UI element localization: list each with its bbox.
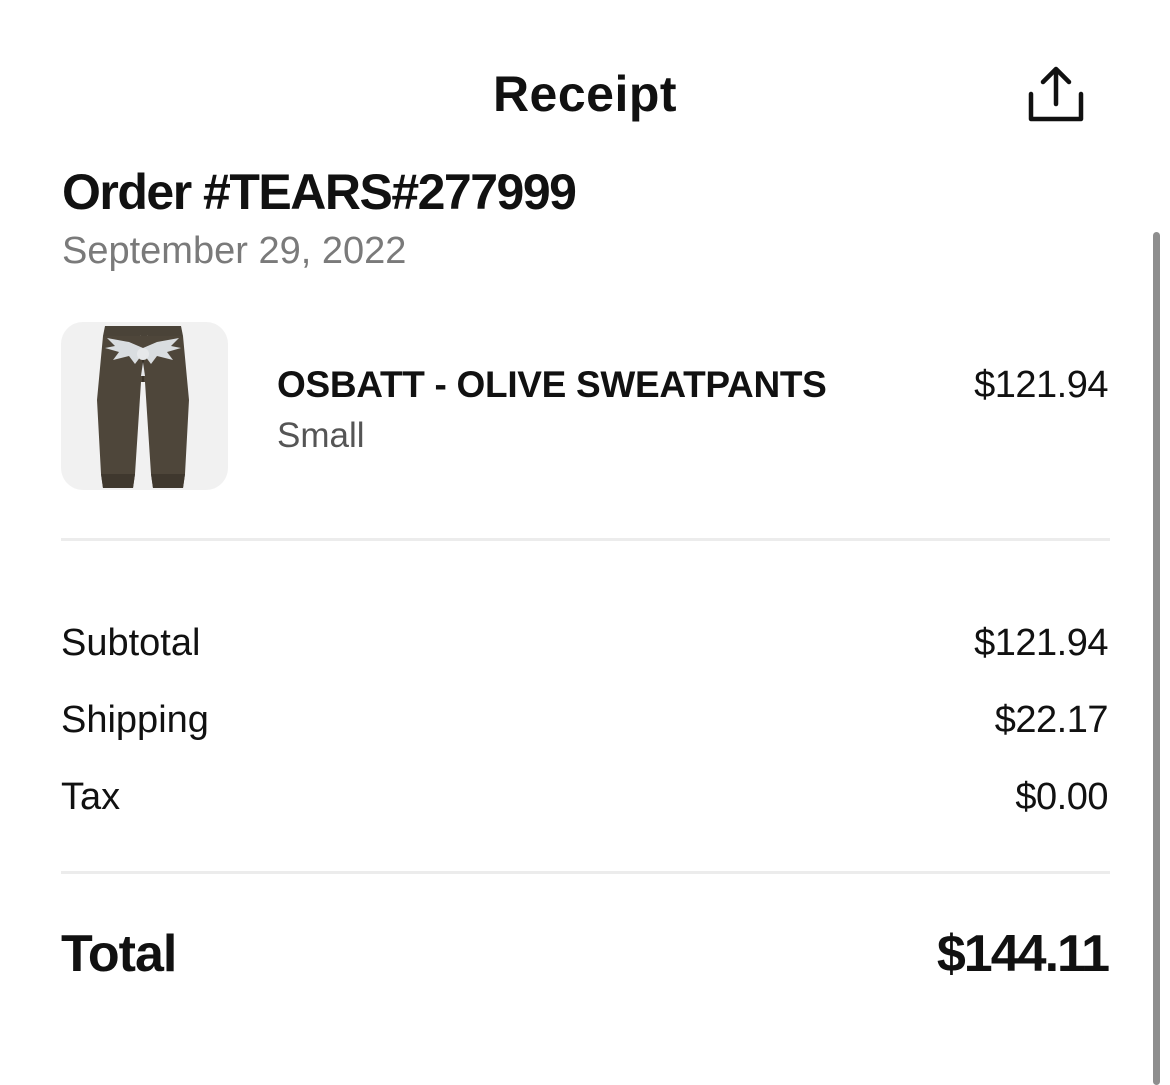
divider (61, 871, 1110, 874)
item-variant: Small (277, 416, 365, 455)
tax-label: Tax (61, 776, 121, 818)
share-button[interactable] (1024, 64, 1088, 126)
order-date: September 29, 2022 (62, 230, 407, 272)
receipt-screen: { "header": { "title": "Receipt", "share… (0, 0, 1170, 1085)
shipping-label: Shipping (61, 699, 209, 741)
scrollbar[interactable] (1153, 232, 1160, 1085)
total-label: Total (61, 925, 177, 983)
product-thumbnail[interactable] (61, 322, 228, 490)
item-name: OSBATT - OLIVE SWEATPANTS (277, 364, 827, 405)
share-icon (1028, 66, 1084, 122)
divider (61, 538, 1110, 541)
page-title: Receipt (492, 66, 678, 122)
sweatpants-image (97, 326, 189, 488)
item-price: $121.94 (974, 364, 1108, 406)
order-number: Order #TEARS#277999 (62, 164, 577, 220)
tax-value: $0.00 (1015, 776, 1108, 818)
subtotal-label: Subtotal (61, 622, 201, 664)
shipping-value: $22.17 (994, 699, 1109, 741)
subtotal-value: $121.94 (974, 622, 1108, 664)
total-value: $144.11 (936, 925, 1110, 983)
